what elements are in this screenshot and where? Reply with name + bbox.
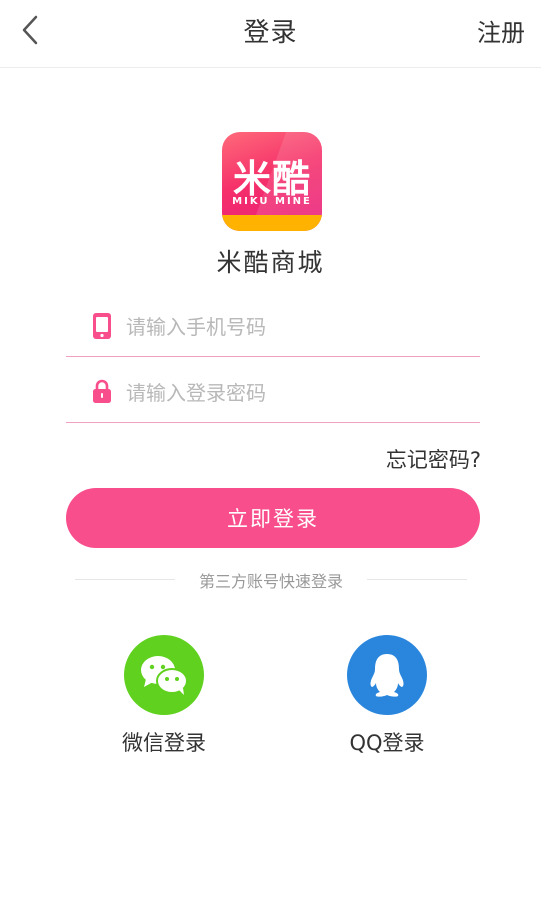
third-party-label: 第三方账号快速登录 [198,572,343,591]
wechat-label: 微信登录 [122,731,206,755]
page-title: 登录 [243,18,298,48]
forgot-password-link[interactable]: 忘记密码? [386,444,481,474]
login-page: 登录 注册 米酷 MIKU MINE 米酷商城 忘记密码? 立即登录 第三方账号… [0,0,541,916]
password-field [66,371,480,423]
logo-band [222,215,322,231]
login-button[interactable]: 立即登录 [66,488,480,548]
lock-icon [93,379,111,403]
top-nav-bar: 登录 注册 [0,0,541,68]
logo-text-en: MIKU MINE [232,196,312,207]
app-name: 米酷商城 [216,248,325,277]
phone-field [66,305,480,357]
qq-label: QQ登录 [349,731,425,755]
phone-input[interactable] [126,309,456,345]
register-link[interactable]: 注册 [477,13,525,48]
app-logo: 米酷 MIKU MINE [222,132,322,231]
third-party-divider: 第三方账号快速登录 [75,568,467,591]
qq-login-button[interactable]: QQ登录 [327,635,447,757]
password-input[interactable] [126,375,456,411]
wechat-icon [141,656,188,695]
divider-line-right [367,579,467,580]
wechat-login-button[interactable]: 微信登录 [104,635,224,757]
qq-icon [370,654,404,697]
logo-text-cn: 米酷 [232,157,311,201]
wechat-circle [124,635,204,715]
phone-icon [93,313,111,339]
qq-circle [347,635,427,715]
